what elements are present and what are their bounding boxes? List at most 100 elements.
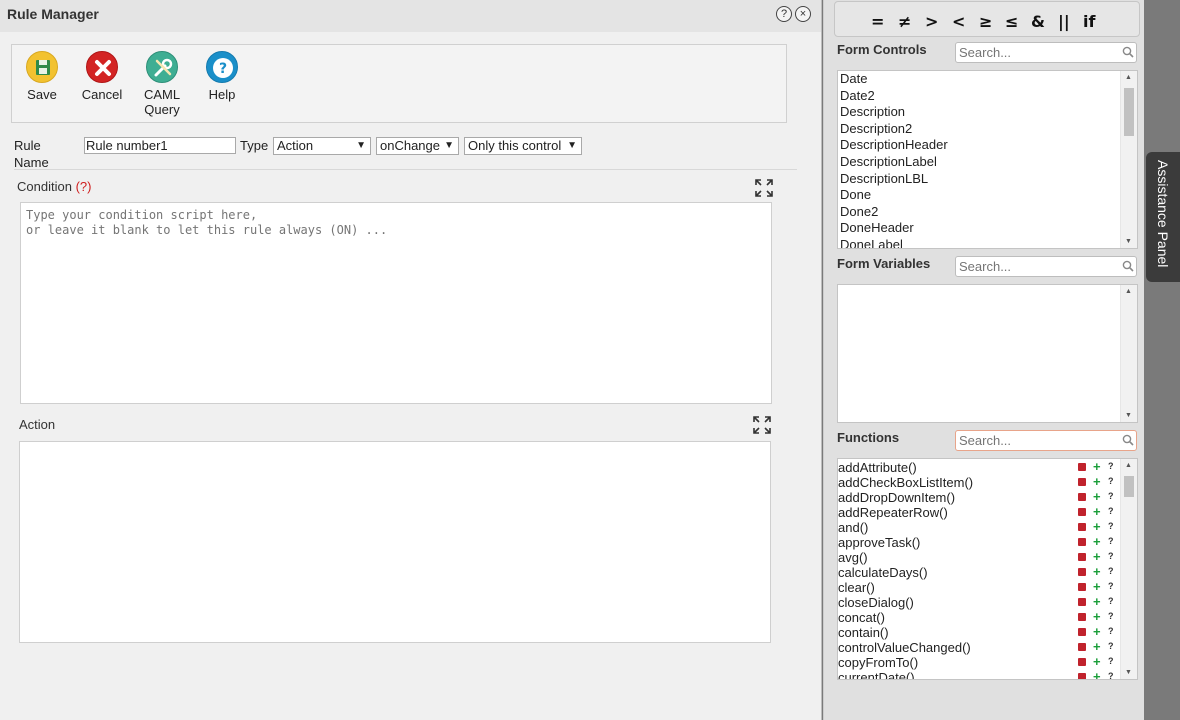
scroll-up-icon[interactable]: ▲ (1125, 462, 1132, 469)
remove-icon[interactable] (1078, 463, 1086, 471)
condition-help-link[interactable]: (?) (76, 179, 92, 194)
add-icon[interactable]: + (1093, 475, 1101, 488)
functions-search[interactable] (955, 430, 1137, 451)
scrollbar[interactable]: ▲ ▼ (1120, 459, 1137, 679)
remove-icon[interactable] (1078, 673, 1086, 679)
info-icon[interactable]: ? (1108, 611, 1114, 622)
form-variables-search[interactable] (955, 256, 1137, 277)
function-item[interactable]: addRepeaterRow() +? (838, 505, 1137, 520)
expand-icon[interactable] (753, 416, 771, 434)
help-circle-icon[interactable]: ? (776, 6, 792, 22)
function-item[interactable]: and() +? (838, 520, 1137, 535)
info-icon[interactable]: ? (1108, 596, 1114, 607)
add-icon[interactable]: + (1093, 655, 1101, 668)
operator-if[interactable]: if (1083, 12, 1095, 31)
save-button[interactable]: Save (12, 51, 72, 102)
condition-editor[interactable] (20, 202, 772, 404)
remove-icon[interactable] (1078, 538, 1086, 546)
info-icon[interactable]: ? (1108, 566, 1114, 577)
add-icon[interactable]: + (1093, 520, 1101, 533)
remove-icon[interactable] (1078, 568, 1086, 576)
function-item[interactable]: approveTask() +? (838, 535, 1137, 550)
info-icon[interactable]: ? (1108, 671, 1114, 679)
operator-or[interactable]: || (1058, 12, 1070, 31)
function-item[interactable]: copyFromTo() +? (838, 655, 1137, 670)
operator-greater[interactable]: > (925, 12, 938, 31)
form-control-item[interactable]: Description2 (838, 121, 1137, 138)
add-icon[interactable]: + (1093, 460, 1101, 473)
operator-not-equals[interactable]: ≠ (898, 12, 911, 31)
function-item[interactable]: closeDialog() +? (838, 595, 1137, 610)
form-control-item[interactable]: DoneHeader (838, 220, 1137, 237)
form-control-item[interactable]: DescriptionLBL (838, 171, 1137, 188)
operator-less-equal[interactable]: ≤ (1005, 12, 1018, 31)
remove-icon[interactable] (1078, 628, 1086, 636)
function-item[interactable]: currentDate() +? (838, 670, 1137, 679)
function-item[interactable]: contain() +? (838, 625, 1137, 640)
form-control-item[interactable]: Done (838, 187, 1137, 204)
function-item[interactable]: addCheckBoxListItem() +? (838, 475, 1137, 490)
info-icon[interactable]: ? (1108, 641, 1114, 652)
info-icon[interactable]: ? (1108, 521, 1114, 532)
add-icon[interactable]: + (1093, 505, 1101, 518)
info-icon[interactable]: ? (1108, 491, 1114, 502)
form-controls-search[interactable] (955, 42, 1137, 63)
scroll-up-icon[interactable]: ▲ (1125, 74, 1132, 81)
add-icon[interactable]: + (1093, 670, 1101, 679)
help-button[interactable]: ? Help (192, 51, 252, 102)
remove-icon[interactable] (1078, 583, 1086, 591)
close-icon[interactable]: × (795, 6, 811, 22)
search-icon[interactable] (1122, 260, 1134, 272)
expand-icon[interactable] (755, 179, 773, 197)
cancel-button[interactable]: Cancel (72, 51, 132, 102)
action-editor[interactable] (19, 441, 771, 643)
scroll-thumb[interactable] (1124, 88, 1134, 136)
remove-icon[interactable] (1078, 643, 1086, 651)
scope-select[interactable]: Only this control ▼ (464, 137, 582, 155)
add-icon[interactable]: + (1093, 610, 1101, 623)
scroll-down-icon[interactable]: ▼ (1125, 238, 1132, 245)
function-item[interactable]: addAttribute() +? (838, 460, 1137, 475)
scroll-up-icon[interactable]: ▲ (1125, 288, 1132, 295)
scroll-thumb[interactable] (1124, 476, 1134, 497)
function-item[interactable]: calculateDays() +? (838, 565, 1137, 580)
form-control-item[interactable]: DescriptionLabel (838, 154, 1137, 171)
form-control-item[interactable]: Description (838, 104, 1137, 121)
form-control-item[interactable]: Done2 (838, 204, 1137, 221)
add-icon[interactable]: + (1093, 550, 1101, 563)
remove-icon[interactable] (1078, 493, 1086, 501)
remove-icon[interactable] (1078, 613, 1086, 621)
info-icon[interactable]: ? (1108, 536, 1114, 547)
remove-icon[interactable] (1078, 508, 1086, 516)
info-icon[interactable]: ? (1108, 656, 1114, 667)
form-control-item[interactable]: Date2 (838, 88, 1137, 105)
info-icon[interactable]: ? (1108, 626, 1114, 637)
info-icon[interactable]: ? (1108, 581, 1114, 592)
type-select[interactable]: Action ▼ (273, 137, 371, 155)
scrollbar[interactable]: ▲ ▼ (1120, 71, 1137, 248)
rule-name-input[interactable] (84, 137, 236, 154)
function-item[interactable]: addDropDownItem() +? (838, 490, 1137, 505)
scrollbar[interactable]: ▲ ▼ (1120, 285, 1137, 422)
function-item[interactable]: concat() +? (838, 610, 1137, 625)
remove-icon[interactable] (1078, 553, 1086, 561)
add-icon[interactable]: + (1093, 625, 1101, 638)
function-item[interactable]: avg() +? (838, 550, 1137, 565)
scroll-down-icon[interactable]: ▼ (1125, 412, 1132, 419)
operator-equals[interactable]: = (871, 12, 884, 31)
search-icon[interactable] (1122, 434, 1134, 446)
search-icon[interactable] (1122, 46, 1134, 58)
add-icon[interactable]: + (1093, 535, 1101, 548)
form-control-item[interactable]: Date (838, 71, 1137, 88)
operator-less[interactable]: < (952, 12, 965, 31)
remove-icon[interactable] (1078, 598, 1086, 606)
assistance-panel-tab[interactable]: Assistance Panel (1146, 152, 1180, 282)
function-item[interactable]: controlValueChanged() +? (838, 640, 1137, 655)
add-icon[interactable]: + (1093, 580, 1101, 593)
form-control-item[interactable]: DoneLabel (838, 237, 1137, 248)
scroll-down-icon[interactable]: ▼ (1125, 669, 1132, 676)
info-icon[interactable]: ? (1108, 551, 1114, 562)
remove-icon[interactable] (1078, 658, 1086, 666)
remove-icon[interactable] (1078, 478, 1086, 486)
info-icon[interactable]: ? (1108, 506, 1114, 517)
